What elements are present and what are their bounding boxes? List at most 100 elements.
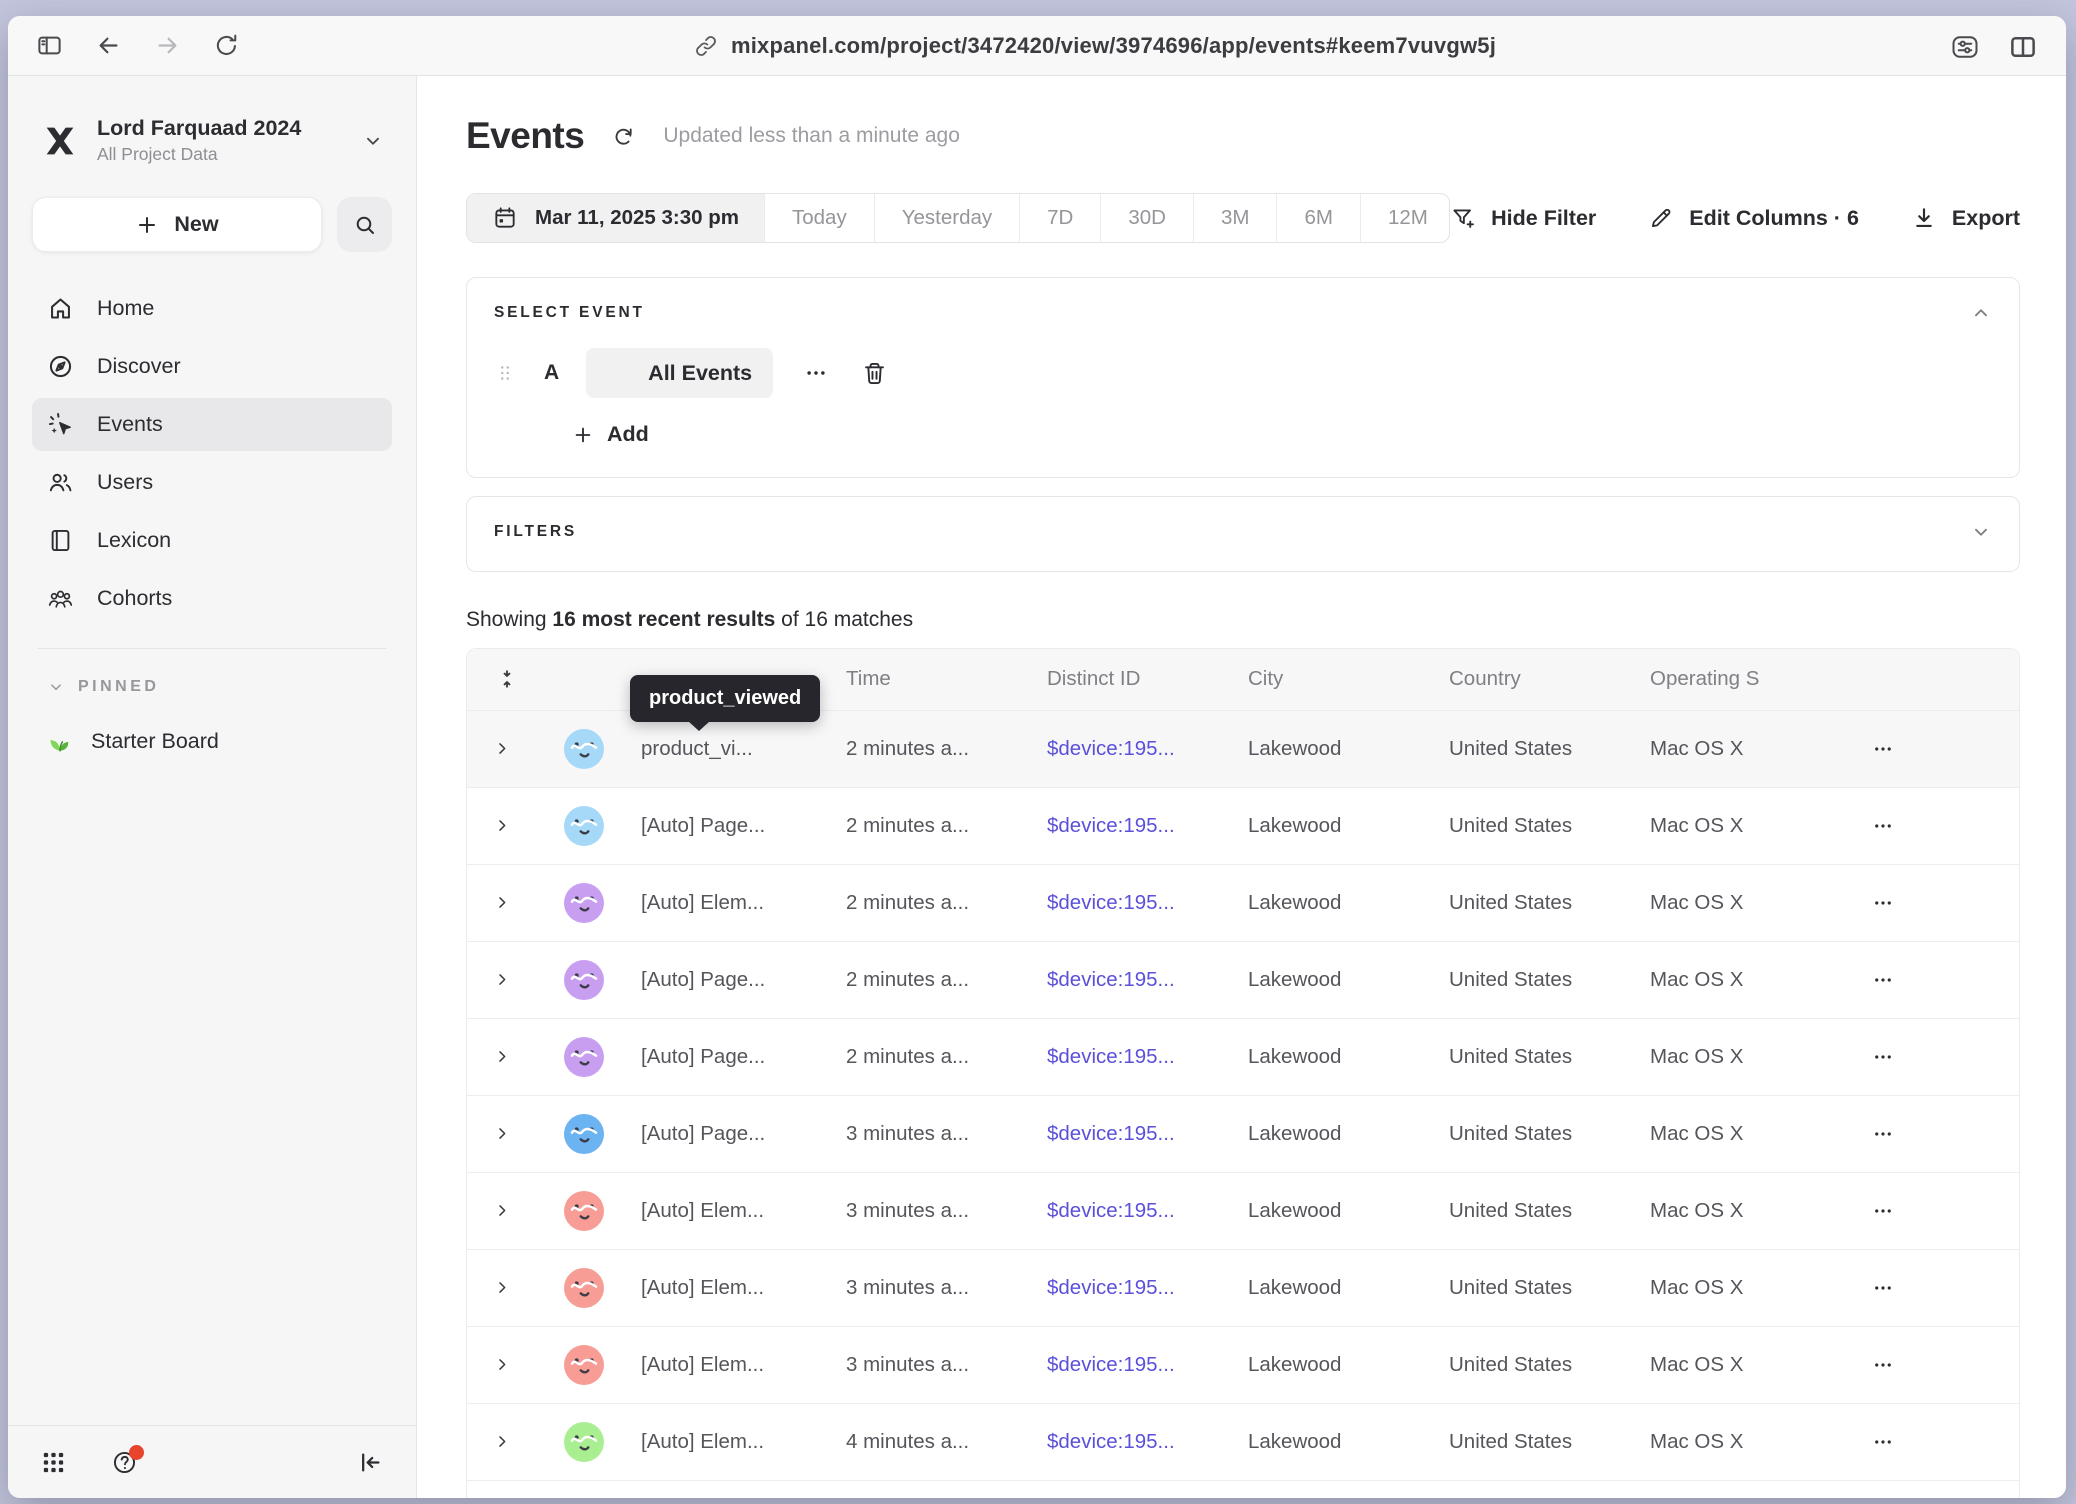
select-event-panel: SELECT EVENT A All Events Add <box>466 277 2020 478</box>
trash-icon[interactable] <box>861 360 888 387</box>
row-actions-icon[interactable] <box>1869 1355 1897 1375</box>
row-actions-icon[interactable] <box>1869 1047 1897 1067</box>
column-header[interactable]: Time <box>836 667 1037 691</box>
distinct-id-link[interactable]: $device:195... <box>1037 891 1238 915</box>
sidebar-toggle-icon[interactable] <box>36 32 63 59</box>
preset-3m[interactable]: 3M <box>1193 194 1276 242</box>
column-header[interactable]: Distinct ID <box>1037 667 1238 691</box>
column-header[interactable]: Country <box>1439 667 1640 691</box>
browser-settings-icon[interactable] <box>1950 32 1980 59</box>
row-actions-icon[interactable] <box>1869 1201 1897 1221</box>
table-row[interactable]: [Auto] Page...3 minutes a...$device:195.… <box>467 1096 2019 1173</box>
preset-today[interactable]: Today <box>764 194 874 242</box>
export-button[interactable]: Export <box>1911 205 2020 231</box>
expand-row-cell <box>467 740 537 757</box>
hide-filter-label: Hide Filter <box>1491 206 1596 231</box>
chevron-right-icon[interactable] <box>494 1125 511 1142</box>
preset-6m[interactable]: 6M <box>1276 194 1359 242</box>
collapse-sidebar-icon[interactable] <box>357 1449 384 1476</box>
row-actions-icon[interactable] <box>1869 1124 1897 1144</box>
os-cell: Mac OS X <box>1640 814 1841 838</box>
apps-grid-icon[interactable] <box>40 1449 67 1476</box>
column-header[interactable]: City <box>1238 667 1439 691</box>
add-event-button[interactable]: Add <box>572 422 649 447</box>
chevron-up-icon[interactable] <box>1970 302 1992 324</box>
distinct-id-link[interactable]: $device:195... <box>1037 814 1238 838</box>
table-row[interactable]: [Auto] Elem...2 minutes a...$device:195.… <box>467 865 2019 942</box>
date-range-button[interactable]: Mar 11, 2025 3:30 pm <box>467 194 764 242</box>
chevron-right-icon[interactable] <box>494 1202 511 1219</box>
edit-columns-label: Edit Columns · 6 <box>1689 206 1859 231</box>
search-button[interactable] <box>337 197 392 252</box>
chevron-down-icon[interactable] <box>1970 521 1992 543</box>
new-button[interactable]: New <box>32 197 322 252</box>
forward-icon[interactable] <box>154 32 181 59</box>
pinned-section-header[interactable]: PINNED <box>32 672 392 702</box>
preset-12m[interactable]: 12M <box>1360 194 1450 242</box>
preset-30d[interactable]: 30D <box>1100 194 1193 242</box>
chevron-right-icon[interactable] <box>494 1048 511 1065</box>
distinct-id-link[interactable]: $device:195... <box>1037 1122 1238 1146</box>
reload-icon[interactable] <box>213 32 240 59</box>
chevron-right-icon[interactable] <box>494 1279 511 1296</box>
chevron-right-icon[interactable] <box>494 740 511 757</box>
table-row[interactable]: [Auto] Elem...4 minutes a...$device:195.… <box>467 1404 2019 1481</box>
table-row-partial[interactable] <box>467 1481 2019 1499</box>
avatar-cell <box>537 1345 631 1385</box>
expand-row-cell <box>467 817 537 834</box>
table-row[interactable]: [Auto] Page...2 minutes a...$device:195.… <box>467 942 2019 1019</box>
os-cell: Mac OS X <box>1640 1276 1841 1300</box>
table-row[interactable]: [Auto] Elem...3 minutes a...$device:195.… <box>467 1250 2019 1327</box>
chevron-right-icon[interactable] <box>494 817 511 834</box>
hide-filter-button[interactable]: Hide Filter <box>1450 205 1596 231</box>
distinct-id-link[interactable]: $device:195... <box>1037 1199 1238 1223</box>
split-view-icon[interactable] <box>2008 32 2038 59</box>
drag-handle-icon[interactable] <box>494 360 516 386</box>
sidebar-item-lexicon[interactable]: Lexicon <box>32 514 392 567</box>
distinct-id-link[interactable]: $device:195... <box>1037 1045 1238 1069</box>
sidebar-item-users[interactable]: Users <box>32 456 392 509</box>
table-row[interactable]: [Auto] Page...2 minutes a...$device:195.… <box>467 788 2019 865</box>
back-icon[interactable] <box>95 32 122 59</box>
row-actions-icon[interactable] <box>1869 893 1897 913</box>
edit-columns-button[interactable]: Edit Columns · 6 <box>1648 205 1859 231</box>
event-selector-label: All Events <box>648 361 752 386</box>
chevron-right-icon[interactable] <box>494 971 511 988</box>
event-avatar <box>564 1268 604 1308</box>
row-actions-cell <box>1841 1278 2019 1298</box>
row-actions-icon[interactable] <box>1869 739 1897 759</box>
sidebar-item-discover[interactable]: Discover <box>32 340 392 393</box>
chevron-right-icon[interactable] <box>494 1356 511 1373</box>
row-actions-icon[interactable] <box>1869 1432 1897 1452</box>
distinct-id-link[interactable]: $device:195... <box>1037 737 1238 761</box>
column-header[interactable]: Operating S <box>1640 667 1841 691</box>
sidebar-item-cohorts[interactable]: Cohorts <box>32 572 392 625</box>
project-switcher[interactable]: Lord Farquaad 2024 All Project Data <box>32 116 392 165</box>
chevron-right-icon[interactable] <box>494 894 511 911</box>
table-row[interactable]: [Auto] Elem...3 minutes a...$device:195.… <box>467 1327 2019 1404</box>
distinct-id-link[interactable]: $device:195... <box>1037 1276 1238 1300</box>
table-row[interactable]: [Auto] Elem...3 minutes a...$device:195.… <box>467 1173 2019 1250</box>
event-selector-button[interactable]: All Events <box>586 348 773 398</box>
preset-7d[interactable]: 7D <box>1019 194 1100 242</box>
url-bar[interactable]: mixpanel.com/project/3472420/view/397469… <box>272 33 1918 59</box>
row-actions-icon[interactable] <box>1869 816 1897 836</box>
sidebar-item-events[interactable]: Events <box>32 398 392 451</box>
gear-icon[interactable] <box>182 1449 209 1476</box>
event-avatar <box>564 1191 604 1231</box>
preset-yesterday[interactable]: Yesterday <box>874 194 1019 242</box>
row-actions-icon[interactable] <box>1869 1278 1897 1298</box>
sidebar-item-home[interactable]: Home <box>32 282 392 335</box>
distinct-id-link[interactable]: $device:195... <box>1037 968 1238 992</box>
refresh-icon[interactable] <box>611 124 636 149</box>
row-actions-icon[interactable] <box>1869 970 1897 990</box>
help-icon[interactable] <box>111 1449 138 1476</box>
os-cell: Mac OS X <box>1640 737 1841 761</box>
collapse-rows-icon[interactable] <box>496 668 518 690</box>
table-row[interactable]: [Auto] Page...2 minutes a...$device:195.… <box>467 1019 2019 1096</box>
distinct-id-link[interactable]: $device:195... <box>1037 1353 1238 1377</box>
distinct-id-link[interactable]: $device:195... <box>1037 1430 1238 1454</box>
pinned-item-starter-board[interactable]: Starter Board <box>32 716 392 766</box>
chevron-right-icon[interactable] <box>494 1433 511 1450</box>
event-options-icon[interactable] <box>801 362 831 384</box>
